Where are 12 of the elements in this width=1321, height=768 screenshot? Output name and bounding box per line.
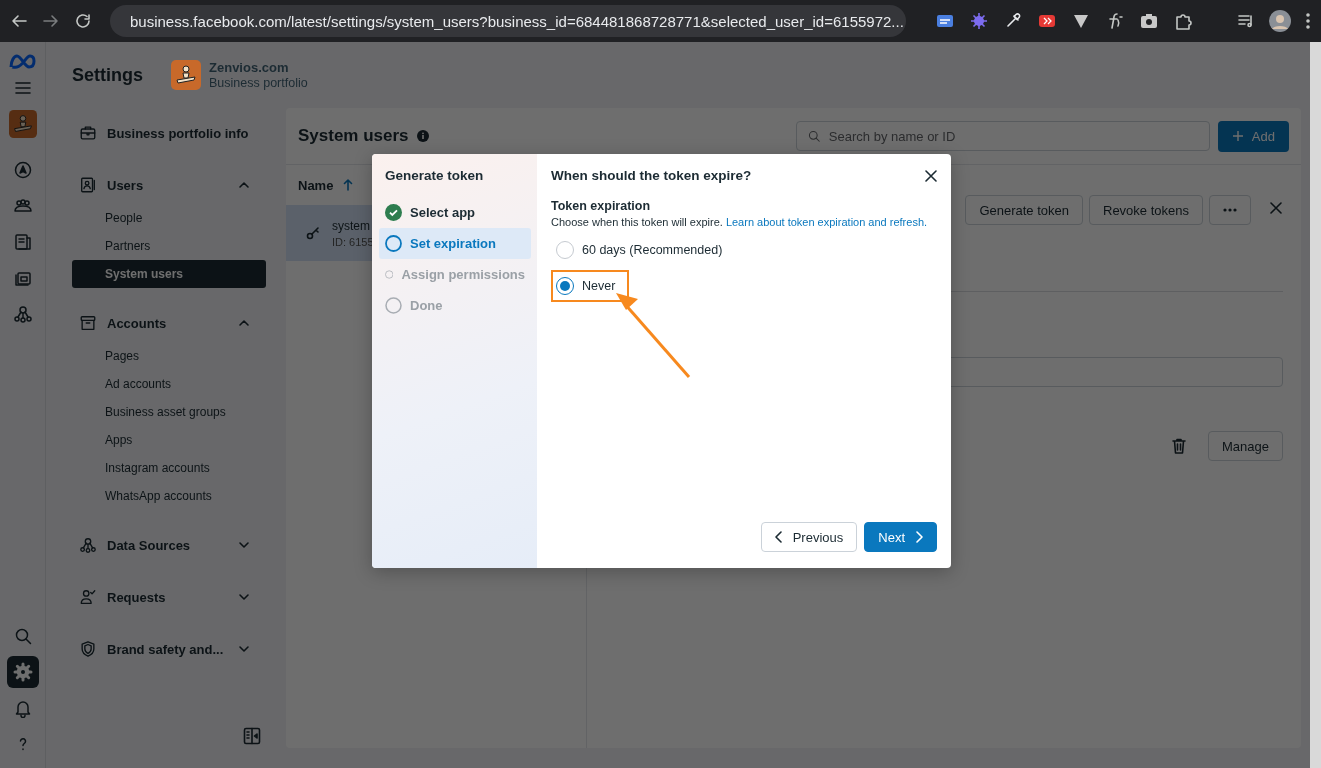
url-text: business.facebook.com/latest/settings/system_users?business_id=684481868728771&selected_user_id=6155972...: [130, 12, 904, 30]
step-item: Done: [379, 290, 531, 321]
user-name: system: [332, 218, 371, 233]
section-title: System users: [298, 126, 409, 146]
dialog-title: When should the token expire?: [551, 168, 752, 183]
step-item: Assign permissions: [379, 259, 531, 290]
page-title: Settings: [72, 64, 143, 86]
step-item: Select app: [379, 197, 531, 228]
step-item: Set expiration: [379, 228, 531, 259]
steps-title: Generate token: [384, 168, 485, 185]
help-text: Choose when this token will expire. Learn about token expiration and refresh.: [551, 216, 929, 228]
field-label: Token expiration: [551, 199, 652, 213]
